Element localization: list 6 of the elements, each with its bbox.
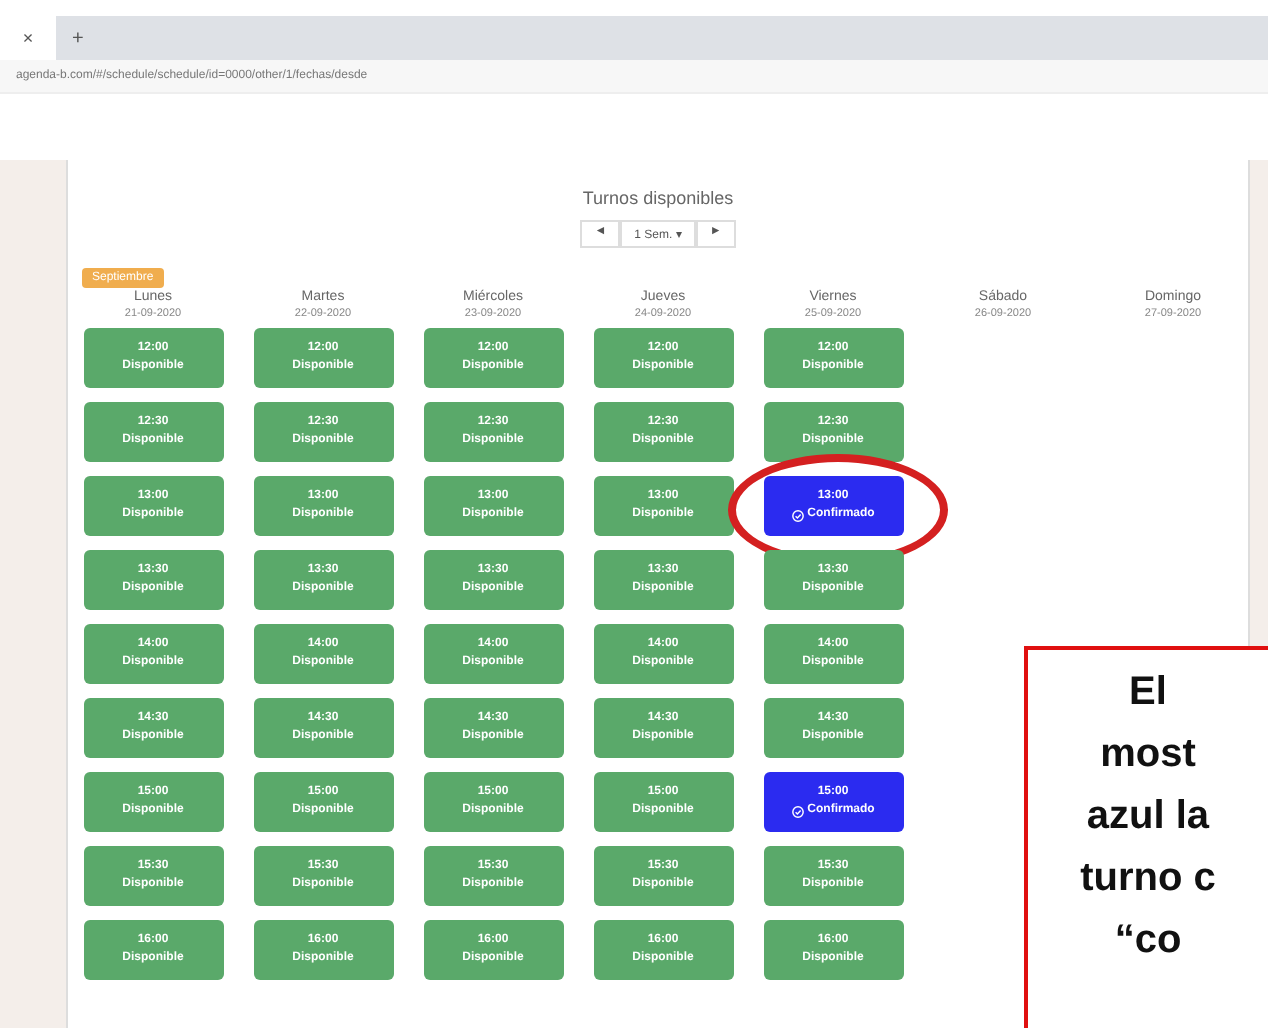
agenda-title: Turnos disponibles [580,188,736,208]
check-circle-icon [791,509,804,521]
check-circle-icon [791,805,804,817]
new-tab-button[interactable]: + [72,27,84,49]
annotation-text: El most azul la turno c “co [1078,668,1218,966]
tab-close-button[interactable]: × [0,16,56,60]
